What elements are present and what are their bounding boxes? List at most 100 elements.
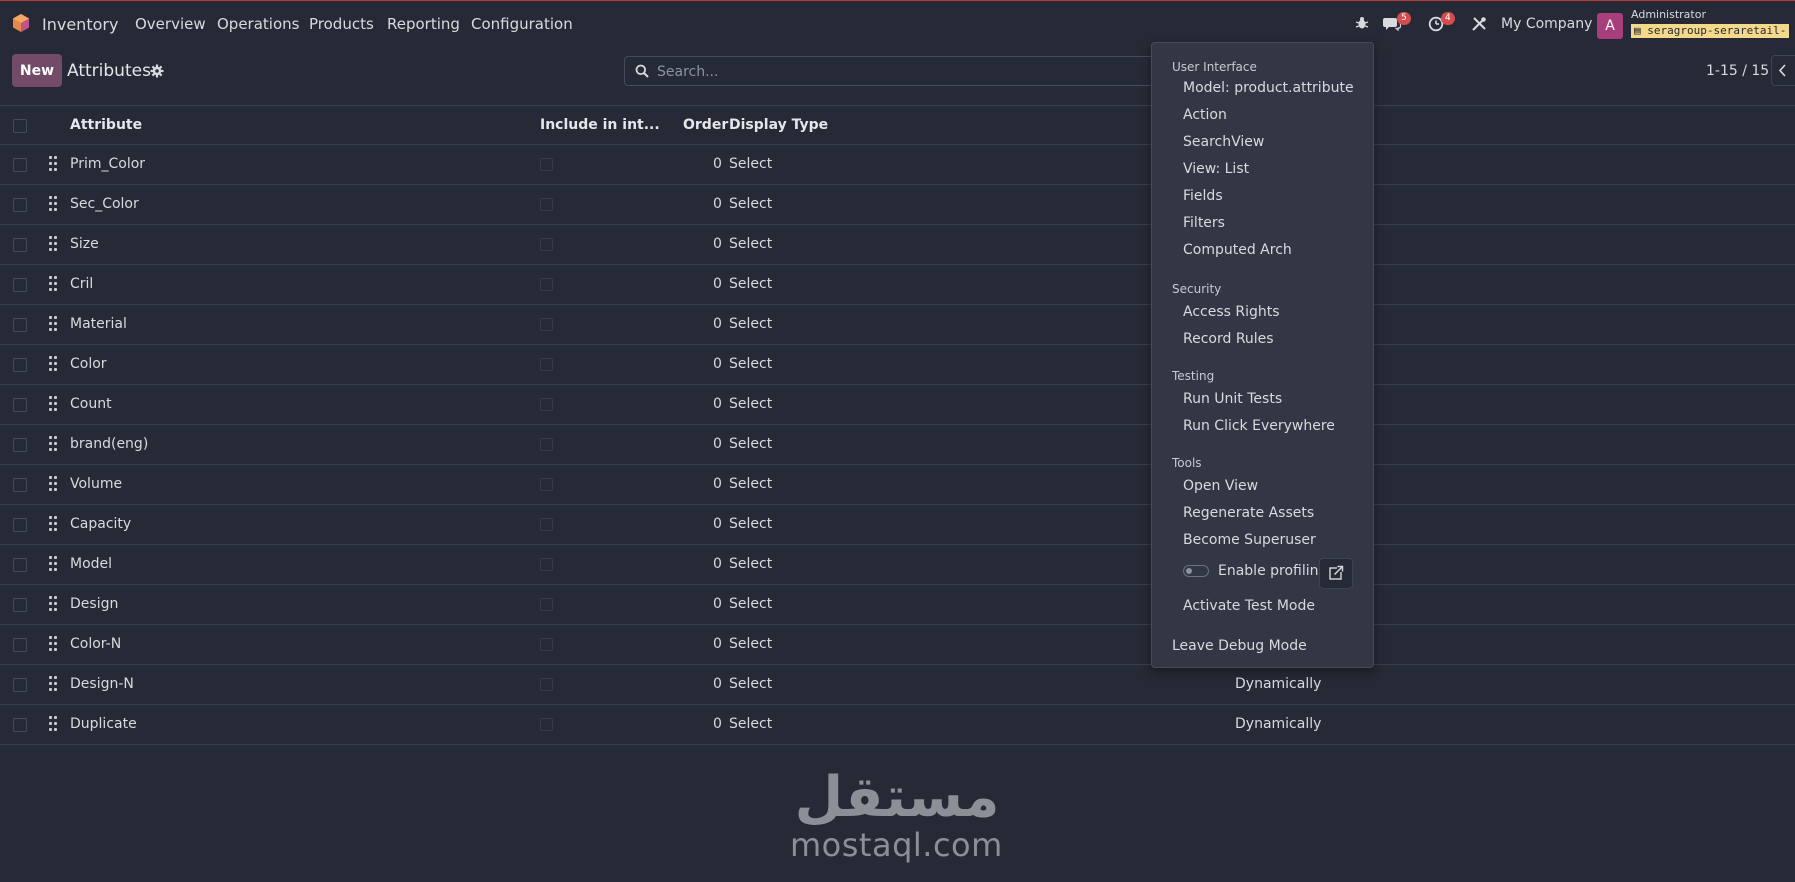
- menu-item-become-superuser[interactable]: Become Superuser: [1183, 532, 1316, 548]
- row-checkbox[interactable]: [13, 318, 27, 332]
- drag-handle-icon[interactable]: [49, 636, 57, 652]
- row-checkbox[interactable]: [13, 598, 27, 612]
- table-row[interactable]: Design-N 0 Select Dynamically: [0, 665, 1795, 705]
- attribute-name[interactable]: Size: [70, 236, 99, 252]
- search-input[interactable]: [655, 62, 1139, 82]
- order-value[interactable]: 0: [713, 356, 722, 372]
- include-checkbox[interactable]: [540, 318, 553, 331]
- attribute-name[interactable]: Cril: [70, 276, 93, 292]
- attribute-name[interactable]: Color: [70, 356, 107, 372]
- drag-handle-icon[interactable]: [49, 356, 57, 372]
- table-row[interactable]: Prim_Color 0 Select: [0, 145, 1795, 185]
- menu-item-record-rules[interactable]: Record Rules: [1183, 331, 1274, 347]
- order-value[interactable]: 0: [713, 156, 722, 172]
- display-type-value[interactable]: Select: [729, 236, 772, 252]
- menu-item-searchview[interactable]: SearchView: [1183, 134, 1264, 150]
- select-all-checkbox[interactable]: [13, 119, 27, 133]
- attribute-name[interactable]: Capacity: [70, 516, 131, 532]
- attribute-name[interactable]: Model: [70, 556, 112, 572]
- table-row[interactable]: Capacity 0 Select: [0, 505, 1795, 545]
- attribute-name[interactable]: Prim_Color: [70, 156, 145, 172]
- order-value[interactable]: 0: [713, 476, 722, 492]
- order-value[interactable]: 0: [713, 596, 722, 612]
- menu-item-open-view[interactable]: Open View: [1183, 478, 1258, 494]
- row-checkbox[interactable]: [13, 358, 27, 372]
- row-checkbox[interactable]: [13, 678, 27, 692]
- variant-creation-value[interactable]: Dynamically: [1235, 716, 1321, 732]
- attribute-name[interactable]: Volume: [70, 476, 122, 492]
- attribute-name[interactable]: Design-N: [70, 676, 134, 692]
- user-name[interactable]: Administrator: [1631, 8, 1706, 21]
- attribute-name[interactable]: Design: [70, 596, 118, 612]
- menu-item-run-unit-tests[interactable]: Run Unit Tests: [1183, 391, 1282, 407]
- row-checkbox[interactable]: [13, 198, 27, 212]
- table-row[interactable]: Design 0 Select: [0, 585, 1795, 625]
- display-type-value[interactable]: Select: [729, 396, 772, 412]
- menu-item-regenerate-assets[interactable]: Regenerate Assets: [1183, 505, 1314, 521]
- order-value[interactable]: 0: [713, 676, 722, 692]
- nav-products[interactable]: Products: [309, 15, 374, 33]
- attribute-name[interactable]: Color-N: [70, 636, 121, 652]
- menu-item-view-list[interactable]: View: List: [1183, 161, 1249, 177]
- column-header-include[interactable]: Include in int...: [540, 117, 660, 133]
- new-button[interactable]: New: [12, 54, 62, 87]
- drag-handle-icon[interactable]: [49, 396, 57, 412]
- drag-handle-icon[interactable]: [49, 676, 57, 692]
- search-box[interactable]: [624, 56, 1154, 86]
- include-checkbox[interactable]: [540, 478, 553, 491]
- nav-reporting[interactable]: Reporting: [387, 15, 460, 33]
- include-checkbox[interactable]: [540, 518, 553, 531]
- order-value[interactable]: 0: [713, 396, 722, 412]
- table-row[interactable]: Color 0 Select: [0, 345, 1795, 385]
- bug-icon[interactable]: [1355, 16, 1369, 30]
- include-checkbox[interactable]: [540, 198, 553, 211]
- include-checkbox[interactable]: [540, 558, 553, 571]
- include-checkbox[interactable]: [540, 438, 553, 451]
- include-checkbox[interactable]: [540, 718, 553, 731]
- drag-handle-icon[interactable]: [49, 156, 57, 172]
- include-checkbox[interactable]: [540, 638, 553, 651]
- profiling-open-button[interactable]: [1319, 558, 1353, 589]
- gear-icon[interactable]: [150, 64, 164, 78]
- nav-configuration[interactable]: Configuration: [471, 15, 573, 33]
- display-type-value[interactable]: Select: [729, 276, 772, 292]
- menu-item-model[interactable]: Model: product.attribute: [1183, 80, 1354, 96]
- table-row[interactable]: Volume 0 Select: [0, 465, 1795, 505]
- column-header-attribute[interactable]: Attribute: [70, 117, 142, 133]
- attribute-name[interactable]: brand(eng): [70, 436, 148, 452]
- include-checkbox[interactable]: [540, 678, 553, 691]
- nav-operations[interactable]: Operations: [217, 15, 299, 33]
- table-row[interactable]: brand(eng) 0 Select: [0, 425, 1795, 465]
- menu-item-fields[interactable]: Fields: [1183, 188, 1223, 204]
- attribute-name[interactable]: Count: [70, 396, 112, 412]
- app-logo-icon[interactable]: [11, 13, 31, 33]
- table-row[interactable]: Cril 0 Select: [0, 265, 1795, 305]
- table-row[interactable]: Color-N 0 Select: [0, 625, 1795, 665]
- pager-value[interactable]: 1-15 / 15: [1706, 63, 1769, 79]
- row-checkbox[interactable]: [13, 558, 27, 572]
- row-checkbox[interactable]: [13, 638, 27, 652]
- include-checkbox[interactable]: [540, 398, 553, 411]
- include-checkbox[interactable]: [540, 158, 553, 171]
- order-value[interactable]: 0: [713, 316, 722, 332]
- row-checkbox[interactable]: [13, 238, 27, 252]
- display-type-value[interactable]: Select: [729, 676, 772, 692]
- table-row[interactable]: Count 0 Select: [0, 385, 1795, 425]
- attribute-name[interactable]: Sec_Color: [70, 196, 139, 212]
- display-type-value[interactable]: Select: [729, 516, 772, 532]
- drag-handle-icon[interactable]: [49, 196, 57, 212]
- display-type-value[interactable]: Select: [729, 156, 772, 172]
- display-type-value[interactable]: Select: [729, 636, 772, 652]
- display-type-value[interactable]: Select: [729, 316, 772, 332]
- nav-overview[interactable]: Overview: [135, 15, 206, 33]
- drag-handle-icon[interactable]: [49, 716, 57, 732]
- include-checkbox[interactable]: [540, 358, 553, 371]
- order-value[interactable]: 0: [713, 716, 722, 732]
- table-row[interactable]: Size 0 Select: [0, 225, 1795, 265]
- order-value[interactable]: 0: [713, 276, 722, 292]
- drag-handle-icon[interactable]: [49, 556, 57, 572]
- menu-item-enable-profiling[interactable]: Enable profiling: [1218, 563, 1327, 579]
- menu-item-activate-test-mode[interactable]: Activate Test Mode: [1183, 598, 1315, 614]
- menu-item-computed-arch[interactable]: Computed Arch: [1183, 242, 1292, 258]
- pager-previous-button[interactable]: [1771, 55, 1795, 86]
